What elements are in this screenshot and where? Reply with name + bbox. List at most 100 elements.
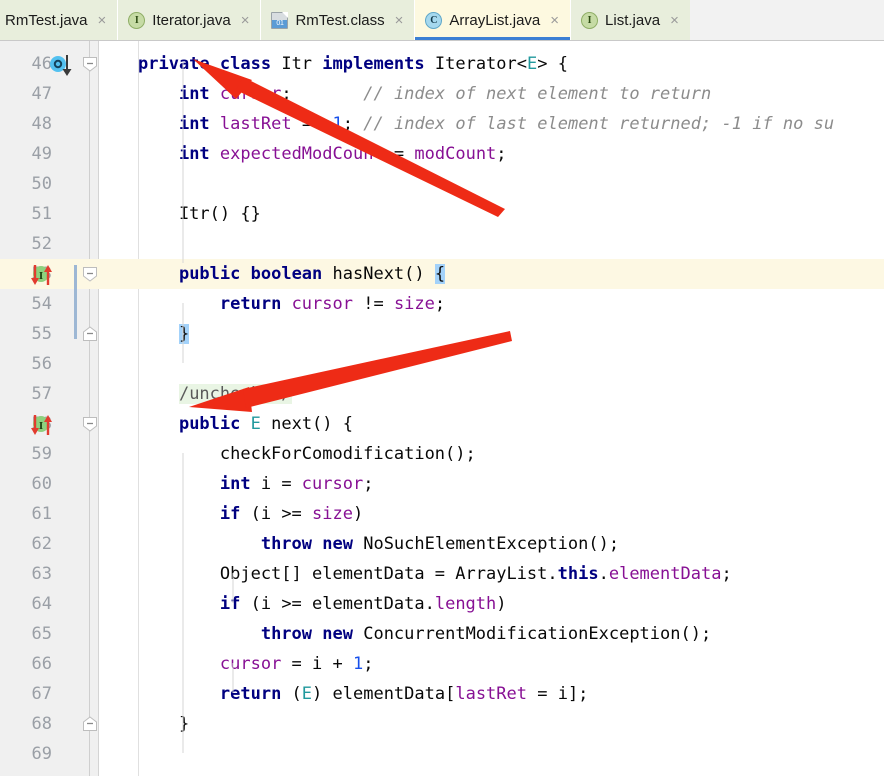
line-number: 51: [31, 204, 52, 224]
code-line-60[interactable]: 60 int i = cursor;: [0, 469, 884, 499]
editor-tab-list-java[interactable]: List.java ×: [570, 0, 690, 40]
code-line-61[interactable]: 61 if (i >= size): [0, 499, 884, 529]
token-typ: E: [301, 684, 313, 704]
implementing-method-glyph: I: [31, 415, 52, 435]
code-line-56[interactable]: 56: [0, 349, 884, 379]
line-content[interactable]: int expectedModCount = modCount;: [138, 139, 884, 169]
line-number: 52: [31, 234, 52, 254]
code-line-65[interactable]: 65 throw new ConcurrentModificationExcep…: [0, 619, 884, 649]
line-content[interactable]: Object[] elementData = ArrayList.this.el…: [138, 559, 884, 589]
tab-label: List.java: [605, 11, 661, 29]
code-line-67[interactable]: 67 return (E) elementData[lastRet = i];: [0, 679, 884, 709]
run-to-cursor-glyph: [50, 55, 72, 76]
code-line-55[interactable]: 55 }: [0, 319, 884, 349]
line-content[interactable]: cursor = i + 1;: [138, 649, 884, 679]
close-icon[interactable]: ×: [98, 13, 107, 28]
code-line-51[interactable]: 51 Itr() {}: [0, 199, 884, 229]
code-line-49[interactable]: 49 int expectedModCount = modCount;: [0, 139, 884, 169]
line-content[interactable]: int lastRet = -1; // index of last eleme…: [138, 109, 884, 139]
token-fld: modCount: [414, 144, 497, 164]
editor-tab-iterator-java[interactable]: Iterator.java ×: [117, 0, 261, 40]
token-typ: E: [250, 414, 261, 434]
line-content[interactable]: private class Itr implements Iterator<E>…: [138, 49, 884, 79]
line-number: 61: [31, 504, 52, 524]
code-editor[interactable]: 46 private class Itr implements Iterator<…: [0, 41, 884, 776]
close-icon[interactable]: ×: [550, 13, 559, 28]
line-number: 54: [31, 294, 52, 314]
code-line-53[interactable]: 53 public boolean hasNext() {: [0, 259, 884, 289]
fold-marker-line-68[interactable]: [82, 716, 98, 732]
code-line-66[interactable]: 66 cursor = i + 1;: [0, 649, 884, 679]
line-content[interactable]: /unchecked/: [138, 379, 884, 409]
line-content[interactable]: Itr() {}: [138, 199, 884, 229]
token-plain: ;: [496, 144, 507, 164]
token-typ: E: [527, 54, 538, 74]
line-number: 59: [31, 444, 52, 464]
code-line-58[interactable]: 58 public E next() {: [0, 409, 884, 439]
token-plain: > {: [537, 54, 568, 74]
close-icon[interactable]: ×: [241, 13, 250, 28]
editor-tab-arraylist-java[interactable]: ArrayList.java ×: [414, 0, 571, 40]
token-plain: =: [291, 114, 323, 134]
code-line-50[interactable]: 50: [0, 169, 884, 199]
line-number: 47: [31, 84, 52, 104]
line-content[interactable]: throw new NoSuchElementException();: [138, 529, 884, 559]
fold-marker-line-58[interactable]: [82, 416, 98, 432]
token-plain: }: [138, 714, 190, 734]
code-line-63[interactable]: 63 Object[] elementData = ArrayList.this…: [0, 559, 884, 589]
code-line-48[interactable]: 48 int lastRet = -1; // index of last el…: [0, 109, 884, 139]
line-number: 67: [31, 684, 52, 704]
editor-tab-rmtest-java[interactable]: RmTest.java ×: [0, 0, 118, 40]
token-brace-hl: {: [434, 264, 446, 284]
fold-marker-line-55[interactable]: [82, 326, 98, 342]
code-line-47[interactable]: 47 int cursor; // index of next element …: [0, 79, 884, 109]
code-line-46[interactable]: 46 private class Itr implements Iterator<…: [0, 49, 884, 79]
line-content[interactable]: int i = cursor;: [138, 469, 884, 499]
line-content[interactable]: if (i >= size): [138, 499, 884, 529]
token-cmt: // index of next element to return: [363, 84, 712, 104]
code-line-59[interactable]: 59 checkForComodification();: [0, 439, 884, 469]
close-icon[interactable]: ×: [670, 13, 679, 28]
line-content[interactable]: return cursor != size;: [138, 289, 884, 319]
code-line-62[interactable]: 62 throw new NoSuchElementException();: [0, 529, 884, 559]
ide-editor-window: RmTest.java×Iterator.java×RmTest.class×A…: [0, 0, 884, 776]
tab-label: RmTest.java: [5, 11, 88, 29]
code-line-54[interactable]: 54 return cursor != size;: [0, 289, 884, 319]
token-plain: ): [496, 594, 507, 614]
line-content[interactable]: checkForComodification();: [138, 439, 884, 469]
line-content[interactable]: int cursor; // index of next element to …: [138, 79, 884, 109]
line-number: 49: [31, 144, 52, 164]
fold-marker-line-53[interactable]: [82, 266, 98, 282]
token-plain: ): [352, 504, 364, 524]
line-content[interactable]: }: [138, 709, 884, 739]
implementing-method-icon[interactable]: I: [24, 413, 58, 437]
code-line-69[interactable]: 69: [0, 739, 884, 769]
token-plain: (: [281, 684, 302, 704]
line-content[interactable]: }: [138, 319, 884, 349]
token-plain: Iterator<: [424, 54, 527, 74]
run-to-cursor-icon[interactable]: [46, 53, 80, 77]
code-line-57[interactable]: 57 /unchecked/: [0, 379, 884, 409]
token-plain: ;: [434, 294, 446, 314]
editor-tab-rmtest-class[interactable]: RmTest.class ×: [260, 0, 415, 40]
line-content[interactable]: public E next() {: [138, 409, 884, 439]
line-content[interactable]: public boolean hasNext() {: [138, 259, 884, 289]
svg-text:I: I: [39, 270, 43, 282]
code-line-70-partial[interactable]: 70: [0, 769, 884, 776]
line-content[interactable]: if (i >= elementData.length): [138, 589, 884, 619]
close-icon[interactable]: ×: [395, 13, 404, 28]
code-line-64[interactable]: 64 if (i >= elementData.length): [0, 589, 884, 619]
token-fld: expectedModCount: [219, 144, 384, 164]
token-kw: return: [219, 684, 282, 704]
implementing-method-icon[interactable]: I: [24, 263, 58, 287]
line-content[interactable]: throw new ConcurrentModificationExceptio…: [138, 619, 884, 649]
code-line-52[interactable]: 52: [0, 229, 884, 259]
fold-marker-line-46[interactable]: [82, 56, 98, 72]
code-line-68[interactable]: 68 }: [0, 709, 884, 739]
line-number: 65: [31, 624, 52, 644]
line-content[interactable]: return (E) elementData[lastRet = i];: [138, 679, 884, 709]
